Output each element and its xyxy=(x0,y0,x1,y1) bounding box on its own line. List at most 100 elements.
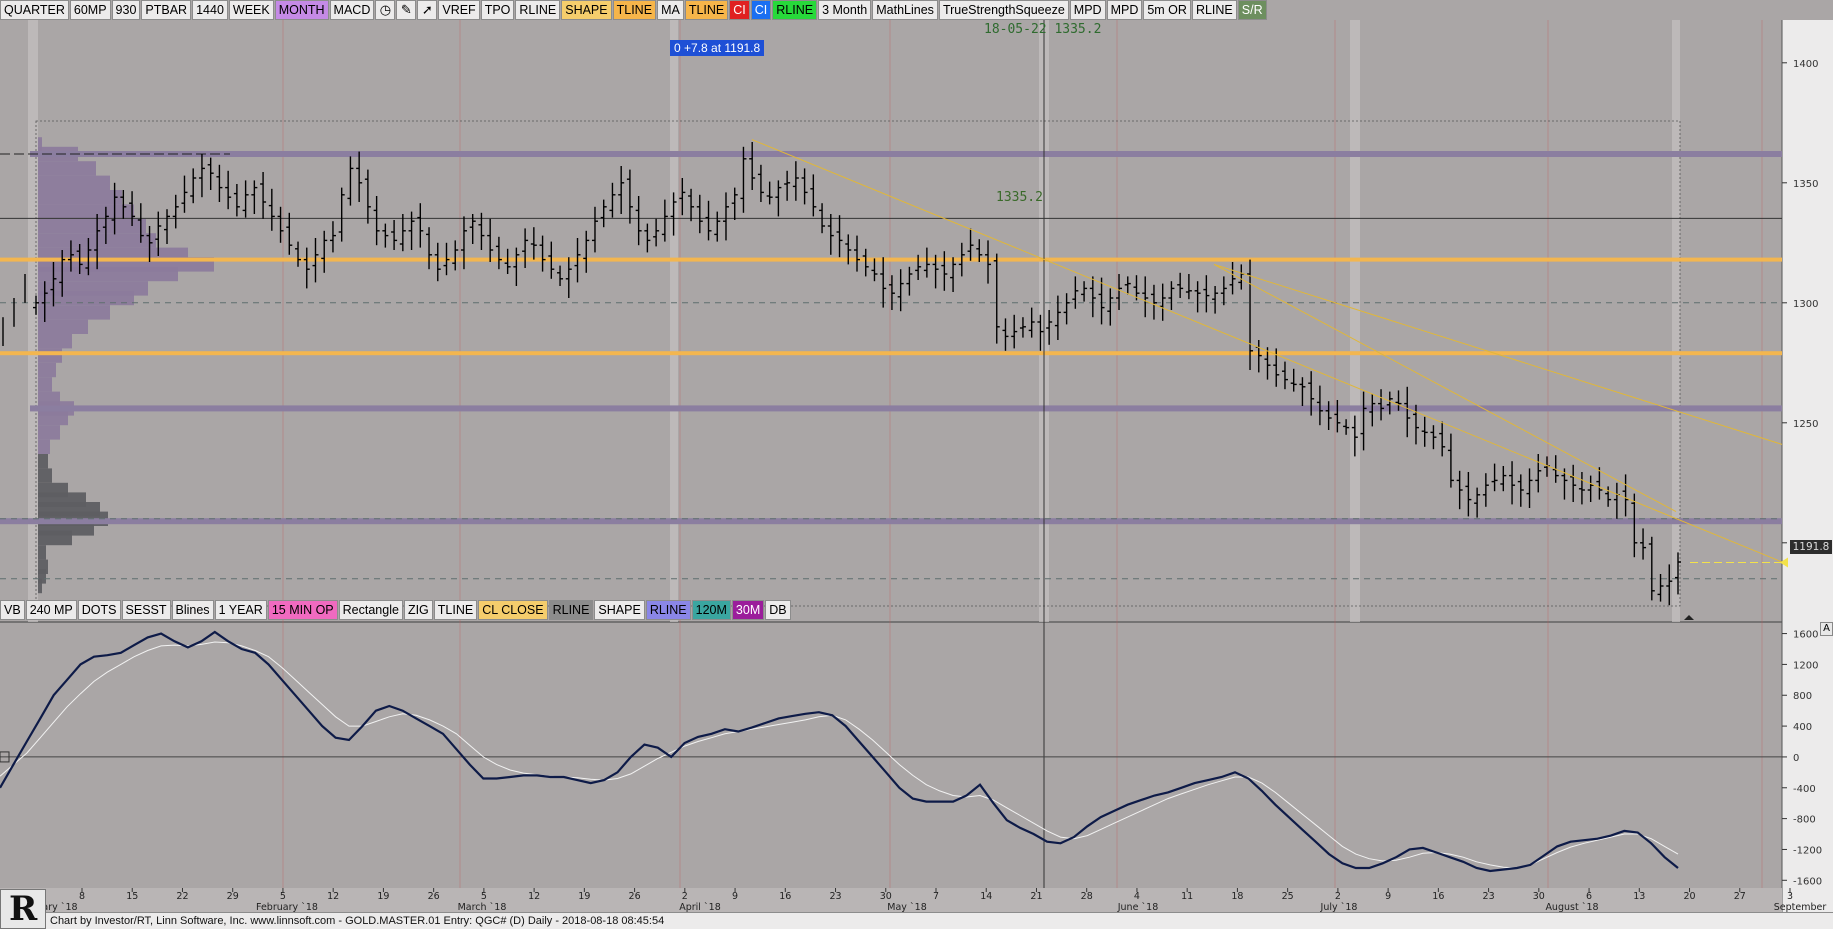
orange-level-0 xyxy=(0,257,1782,262)
time-axis-label-33: 27 xyxy=(1734,891,1746,902)
time-axis-label-32: 20 xyxy=(1683,891,1695,902)
toolbar-button-tline[interactable]: TLINE xyxy=(684,0,729,20)
toolbar-bottom-button-zig[interactable]: ZIG xyxy=(403,600,433,620)
macd-axis-label-6: -800 xyxy=(1793,815,1816,826)
toolbar-button-rline[interactable]: RLINE xyxy=(772,0,818,20)
toolbar-bottom-button-rline[interactable]: RLINE xyxy=(548,600,594,620)
toolbar-button-ci[interactable]: CI xyxy=(750,0,772,20)
toolbar-bottom-button-rectangle[interactable]: Rectangle xyxy=(338,600,403,620)
toolbar-button-1440[interactable]: 1440 xyxy=(192,0,228,20)
toolbar-bottom-button-blines[interactable]: Blines xyxy=(171,600,214,620)
toolbar-bottom-button-db[interactable]: DB xyxy=(765,600,791,620)
time-axis-label-7: 26 xyxy=(428,891,440,902)
time-axis-label-17: 7 xyxy=(933,891,939,902)
pencil-icon[interactable]: ✎ xyxy=(396,0,417,20)
chart-canvas[interactable]: 14001350130012501200160012008004000-400-… xyxy=(0,0,1833,929)
time-axis-label-12: 2 xyxy=(682,891,688,902)
crosshair-date-readout: 18-05-22 1335.2 xyxy=(984,22,1102,37)
toolbar-button-ci[interactable]: CI xyxy=(729,0,750,20)
toolbar-button-930[interactable]: 930 xyxy=(111,0,141,20)
time-axis-label-21: 4 xyxy=(1134,891,1140,902)
toolbar-bottom-button-1-year[interactable]: 1 YEAR xyxy=(214,600,267,620)
volume-profile-bar-5 xyxy=(38,204,134,219)
time-axis-label-24: 25 xyxy=(1282,891,1294,902)
volume-profile-bar-10 xyxy=(38,266,178,282)
time-axis-label-1: 15 xyxy=(126,891,138,902)
session-stripe-3 xyxy=(1350,20,1360,622)
toolbar-button-60mp[interactable]: 60MP xyxy=(69,0,111,20)
toolbar-button-mathlines[interactable]: MathLines xyxy=(872,0,938,20)
toolbar-button-rline[interactable]: RLINE xyxy=(1191,0,1237,20)
time-axis-label-27: 16 xyxy=(1432,891,1444,902)
volume-profile-bar-31 xyxy=(38,530,72,546)
volume-profile-bar-32 xyxy=(38,545,46,560)
time-axis-label-8: 5 xyxy=(481,891,487,902)
toolbar-bottom-button-sesst[interactable]: SESST xyxy=(121,600,171,620)
volume-profile-bar-17 xyxy=(38,362,56,378)
volume-profile-bar-12 xyxy=(38,290,134,306)
toolbar-bottom-button-120m[interactable]: 120M xyxy=(691,600,731,620)
time-axis-label-15: 23 xyxy=(829,891,841,902)
macd-axis-label-2: 800 xyxy=(1793,691,1812,702)
toolbar-button-month[interactable]: MONTH xyxy=(274,0,329,20)
toolbar-button-ma[interactable]: MA xyxy=(657,0,684,20)
status-bar: Chart by Investor/RT, Linn Software, Inc… xyxy=(0,912,1833,929)
toolbar-button-vref[interactable]: VREF xyxy=(438,0,480,20)
toolbar-button-mpd[interactable]: MPD xyxy=(1069,0,1106,20)
status-text: Chart by Investor/RT, Linn Software, Inc… xyxy=(50,915,665,927)
volume-profile-bar-14 xyxy=(38,319,88,334)
time-axis-label-13: 9 xyxy=(732,891,738,902)
toolbar-button-macd[interactable]: MACD xyxy=(329,0,375,20)
toolbar-button-mpd[interactable]: MPD xyxy=(1106,0,1143,20)
macd-axis-label-4: 0 xyxy=(1793,753,1799,764)
toolbar-bottom-button-vb[interactable]: VB xyxy=(0,600,25,620)
toolbar-button-ptbar[interactable]: PTBAR xyxy=(141,0,192,20)
purple-level-0 xyxy=(30,151,1782,157)
session-stripe-1 xyxy=(670,20,678,622)
price-axis-background xyxy=(1782,20,1833,912)
time-axis-label-5: 12 xyxy=(327,891,339,902)
toolbar-bottom-button-240-mp[interactable]: 240 MP xyxy=(25,600,77,620)
time-axis-label-18: 14 xyxy=(980,891,992,902)
macd-axis-label-0: 1600 xyxy=(1793,630,1818,641)
toolbar-button-rline[interactable]: RLINE xyxy=(515,0,561,20)
cursor-icon[interactable]: ➚ xyxy=(417,0,438,20)
toolbar-button-5m-or[interactable]: 5m OR xyxy=(1143,0,1191,20)
time-axis-label-0: 8 xyxy=(79,891,85,902)
toolbar-bottom-button-cl-close[interactable]: CL CLOSE xyxy=(478,600,548,620)
toolbar-button-s-r[interactable]: S/R xyxy=(1237,0,1267,20)
toolbar-bottom-button-rline[interactable]: RLINE xyxy=(645,600,691,620)
time-axis-label-28: 23 xyxy=(1483,891,1495,902)
toolbar-bottom-button-15-min-op[interactable]: 15 MIN OP xyxy=(267,600,338,620)
clock-icon[interactable]: ◷ xyxy=(375,0,396,20)
bottom-toolbar: VB 240 MP DOTS SESST Blines 1 YEAR 15 MIN OP Re… xyxy=(0,600,791,620)
volume-profile-bar-18 xyxy=(38,377,52,392)
macd-axis-label-3: 400 xyxy=(1793,722,1812,733)
time-axis-label-25: 2 xyxy=(1335,891,1341,902)
toolbar-bottom-button-30m[interactable]: 30M xyxy=(731,600,765,620)
toolbar-bottom-button-tline[interactable]: TLINE xyxy=(433,600,478,620)
pane-corner-button[interactable]: A xyxy=(1820,622,1833,636)
volume-profile-bar-13 xyxy=(38,305,110,320)
volume-profile-bar-23 xyxy=(38,439,50,454)
volume-profile-bar-15 xyxy=(38,334,72,349)
volume-profile-bar-4 xyxy=(38,190,122,205)
volume-profile-bar-22 xyxy=(38,425,60,440)
price-axis-label-3: 1250 xyxy=(1793,419,1818,430)
toolbar-button-shape[interactable]: SHAPE xyxy=(561,0,612,20)
toolbar-button-tpo[interactable]: TPO xyxy=(480,0,515,20)
toolbar-bottom-button-shape[interactable]: SHAPE xyxy=(594,600,645,620)
time-axis-label-26: 9 xyxy=(1385,891,1391,902)
app-logo: R xyxy=(0,889,46,929)
volume-profile-bar-35 xyxy=(38,578,42,594)
toolbar-button-week[interactable]: WEEK xyxy=(228,0,274,20)
toolbar-bottom-button-dots[interactable]: DOTS xyxy=(77,600,121,620)
toolbar-button-3-month[interactable]: 3 Month xyxy=(818,0,872,20)
time-axis-label-6: 19 xyxy=(377,891,389,902)
time-axis-label-4: 5 xyxy=(280,891,286,902)
toolbar-button-tline[interactable]: TLINE xyxy=(612,0,657,20)
toolbar-button-truestrengthsqueeze[interactable]: TrueStrengthSqueeze xyxy=(938,0,1069,20)
purple-level-1 xyxy=(30,405,1782,412)
toolbar-button-quarter[interactable]: QUARTER xyxy=(0,0,69,20)
price-axis-label-0: 1400 xyxy=(1793,59,1818,70)
